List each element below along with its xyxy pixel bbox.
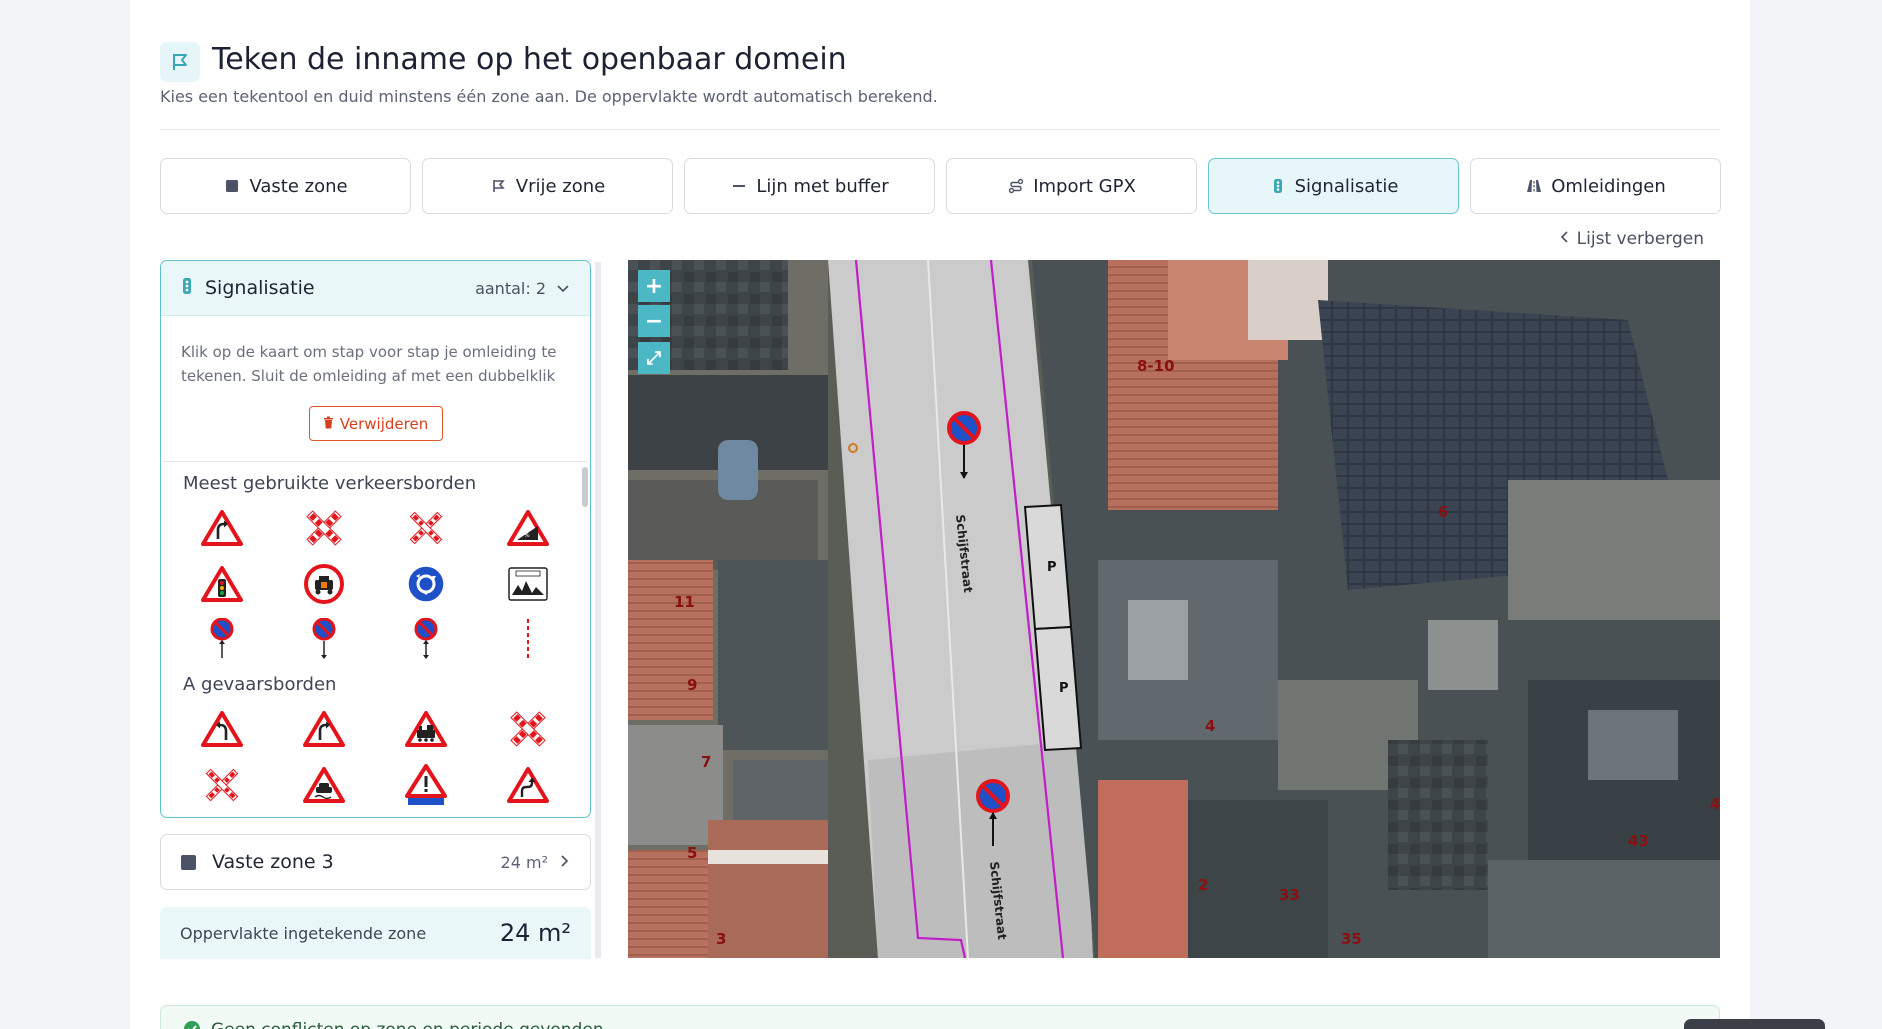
tool-vaste-zone-button[interactable]: Vaste zone [160, 158, 411, 214]
zoom-out-button[interactable]: − [638, 305, 670, 337]
map-canvas[interactable]: P P Schijfstraat Schijfstraat 8-10 6 11 … [628, 260, 1720, 958]
traffic-light-icon [1269, 177, 1287, 195]
line-icon [730, 177, 748, 195]
signalisatie-description: Klik op de kaart om stap voor stap je om… [181, 343, 557, 385]
square-icon [223, 177, 241, 195]
chevron-left-icon [1559, 229, 1569, 249]
section-danger-title: A gevaarsborden [183, 674, 337, 695]
delete-label: Verwijderen [339, 414, 429, 433]
house-number: 6 [1438, 503, 1448, 521]
house-number: 35 [1341, 930, 1362, 948]
traffic-light-warning-icon[interactable] [171, 558, 273, 610]
house-number: 9 [687, 676, 697, 694]
house-number: 43 [1628, 832, 1649, 850]
no-parking-arrow-up-icon[interactable] [375, 614, 477, 666]
no-parking-arrow-both-icon[interactable] [273, 614, 375, 666]
curve-right-sign-icon[interactable] [273, 703, 375, 755]
no-parking-arrow-down-icon[interactable] [171, 614, 273, 666]
curve-right-sign-icon[interactable] [171, 502, 273, 554]
signalisatie-panel-title: Signalisatie [205, 277, 315, 299]
tool-signalisatie-button[interactable]: Signalisatie [1208, 158, 1459, 214]
tool-label: Vrije zone [515, 175, 606, 197]
railroad-crossing-double-icon[interactable] [273, 502, 375, 554]
zone-card-label: Vaste zone 3 [212, 851, 334, 873]
section-most-used-title: Meest gebruikte verkeersborden [183, 473, 477, 494]
square-icon [181, 854, 196, 870]
railroad-crossing-double-icon[interactable] [477, 703, 579, 755]
railroad-crossing-single-icon[interactable] [375, 502, 477, 554]
house-number: 5 [687, 844, 697, 862]
signalisatie-panel-header[interactable]: Signalisatie aantal: 2 [161, 261, 590, 316]
flag-polygon-icon [490, 177, 508, 195]
traffic-light-icon [181, 277, 193, 299]
danger-warning-blue-sign-icon[interactable] [375, 759, 477, 811]
page-title: Teken de inname op het openbaar domein [212, 42, 847, 77]
tool-import-gpx-button[interactable]: Import GPX [946, 158, 1197, 214]
hide-list-label: Lijst verbergen [1576, 229, 1704, 249]
tool-lijn-met-buffer-button[interactable]: Lijn met buffer [684, 158, 935, 214]
svg-text:%: % [524, 532, 530, 539]
signs-scrollbar[interactable] [582, 467, 588, 507]
most-used-signs-grid: % [163, 494, 586, 666]
curve-left-sign-icon[interactable] [171, 703, 273, 755]
tool-label: Lijn met buffer [756, 175, 889, 197]
danger-signs-grid [163, 695, 586, 811]
house-number: 7 [701, 753, 711, 771]
house-number: 4 [1205, 717, 1215, 735]
hide-list-button[interactable]: Lijst verbergen [1559, 229, 1704, 249]
house-number: 45 [1710, 795, 1720, 813]
total-area-label: Oppervlakte ingetekende zone [180, 923, 427, 943]
house-number: 8-10 [1137, 357, 1175, 375]
railroad-crossing-single-icon[interactable] [171, 759, 273, 811]
zone-card-area: 24 m² [500, 852, 548, 872]
sidebar-scroll-rail[interactable] [595, 262, 601, 958]
page-subtitle: Kies een tekentool en duid minstens één … [160, 87, 938, 106]
zoom-in-button[interactable]: + [638, 270, 670, 302]
roundabout-sign-icon[interactable] [375, 558, 477, 610]
road-icon [1525, 177, 1543, 195]
train-crossing-sign-icon[interactable] [375, 703, 477, 755]
zone-card-vaste-zone-3[interactable]: Vaste zone 3 24 m² [160, 834, 591, 890]
conflict-status-bar: Geen conflicten op zone en periode gevon… [160, 1005, 1720, 1029]
delete-button[interactable]: Verwijderen [308, 406, 443, 441]
total-area-card: Oppervlakte ingetekende zone 24 m² [160, 907, 591, 959]
map-view[interactable]: P P Schijfstraat Schijfstraat 8-10 6 11 … [628, 260, 1720, 958]
header-divider [160, 129, 1720, 130]
total-area-value: 24 m² [499, 919, 571, 947]
traffic-signs-list: Meest gebruikte verkeersborden % A gevaa… [163, 461, 586, 817]
tool-label: Omleidingen [1551, 175, 1666, 197]
tool-label: Import GPX [1033, 175, 1136, 197]
fullscreen-button[interactable]: ⤢ [638, 342, 670, 374]
parking-label: P [1059, 681, 1069, 696]
house-number: 11 [674, 593, 695, 611]
double-curve-sign-icon[interactable] [477, 759, 579, 811]
tool-omleidingen-button[interactable]: Omleidingen [1470, 158, 1721, 214]
floating-help-button[interactable] [1684, 1019, 1825, 1029]
house-number: 2 [1198, 876, 1208, 894]
steep-descent-sign-icon[interactable]: % [477, 502, 579, 554]
parking-label: P [1047, 560, 1057, 575]
slippery-road-sign-icon[interactable] [273, 759, 375, 811]
signalisatie-count: aantal: 2 [475, 278, 546, 298]
flag-polygon-icon [160, 42, 200, 82]
trash-icon [323, 415, 334, 433]
tool-label: Vaste zone [249, 175, 348, 197]
red-line-marker-icon[interactable] [477, 614, 579, 666]
chevron-down-icon [556, 279, 570, 298]
route-icon [1007, 177, 1025, 195]
page-card: Teken de inname op het openbaar domein K… [130, 0, 1750, 1029]
tool-vrije-zone-button[interactable]: Vrije zone [422, 158, 673, 214]
conflict-status-text: Geen conflicten op zone en periode gevon… [211, 1020, 604, 1029]
chevron-right-icon [560, 853, 570, 872]
tool-label: Signalisatie [1294, 175, 1399, 197]
signalisatie-panel: Signalisatie aantal: 2 Klik op de kaart … [160, 260, 591, 818]
drawing-tools: Vaste zone Vrije zone Lijn met buffer Im… [160, 158, 1721, 214]
house-number: 3 [716, 930, 726, 948]
no-dangerous-goods-sign-icon[interactable] [273, 558, 375, 610]
check-circle-icon [183, 1020, 201, 1029]
house-number: 33 [1279, 886, 1300, 904]
road-damage-sign-icon[interactable] [477, 558, 579, 610]
